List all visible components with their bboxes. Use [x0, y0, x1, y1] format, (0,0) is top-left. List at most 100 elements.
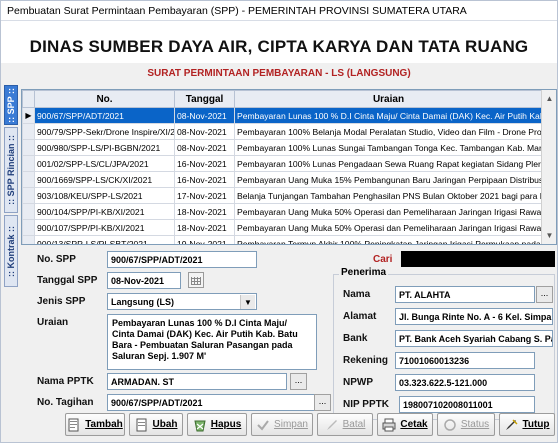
window-title: Pembuatan Surat Permintaan Pembayaran (S… — [1, 1, 557, 21]
status-button[interactable]: Status — [437, 413, 495, 436]
cell-no: 001/02/SPP-LS/CL/JPA/2021 — [34, 155, 175, 172]
penerima-nama-field[interactable]: PT. ALAHTA — [395, 286, 535, 303]
cell-uraian: Pembayaran 100% Belanja Modal Peralatan … — [234, 123, 543, 140]
no-tagihan-field[interactable]: 900/67/SPP/ADT/2021 — [107, 394, 317, 411]
cell-tanggal: 08-Nov-2021 — [174, 107, 235, 124]
check-icon — [256, 418, 270, 432]
table-row[interactable]: 900/1669/SPP-LS/CK/XI/2021 16-Nov-2021 P… — [22, 171, 543, 188]
row-indicator — [22, 171, 35, 188]
spp-grid[interactable]: No. Tanggal Uraian ▶ 900/67/SPP/ADT/2021… — [21, 89, 557, 245]
nama-pptk-label: Nama PPTK — [37, 376, 94, 387]
grid-vertical-scrollbar[interactable]: ▲ ▼ — [541, 90, 556, 244]
jenis-spp-select[interactable]: Langsung (LS) ▼ — [107, 293, 257, 310]
tambah-button[interactable]: Tambah — [65, 413, 125, 436]
npwp-label: NPWP — [343, 377, 373, 388]
cell-no: 900/104/SPP/PI-KB/XI/2021 — [34, 203, 175, 220]
close-pen-icon — [504, 418, 519, 432]
calendar-icon[interactable] — [188, 272, 204, 288]
table-row[interactable]: 900/13/SPP-LS/PI-SBT/2021 19-Nov-2021 Pe… — [22, 235, 543, 244]
rekening-field[interactable]: 71001060013236 — [395, 352, 535, 369]
grid-header-row: No. Tanggal Uraian — [22, 90, 543, 108]
penerima-lookup-button[interactable]: ... — [536, 286, 553, 303]
column-header-no[interactable]: No. — [34, 90, 175, 108]
ubah-button[interactable]: Ubah — [129, 413, 183, 436]
column-header-uraian[interactable]: Uraian — [234, 90, 543, 108]
row-indicator — [22, 219, 35, 236]
tab-kontrak-label: :: Kontrak :: — [6, 225, 16, 277]
jenis-spp-label: Jenis SPP — [37, 296, 86, 307]
tab-spp-rincian-label: :: SPP Rincian :: — [6, 135, 16, 205]
status-icon — [443, 418, 457, 432]
nama-pptk-lookup-button[interactable]: ... — [290, 373, 307, 390]
scroll-down-icon[interactable]: ▼ — [542, 228, 556, 243]
table-row[interactable]: 900/107/SPP/PI-KB/XI/2021 18-Nov-2021 Pe… — [22, 219, 543, 236]
simpan-button[interactable]: Simpan — [251, 413, 313, 436]
cell-no: 900/107/SPP/PI-KB/XI/2021 — [34, 219, 175, 236]
no-tagihan-label: No. Tagihan — [37, 397, 94, 408]
cell-uraian: Pembayaran Termyn Akhir 100% Peningkatan… — [234, 235, 543, 244]
hapus-button[interactable]: Hapus — [187, 413, 247, 436]
tambah-label: Tambah — [85, 419, 123, 430]
cell-no: 900/13/SPP-LS/PI-SBT/2021 — [34, 235, 175, 244]
cell-uraian: Pembayaran 100% Lunas Pengadaan Sewa Rua… — [234, 155, 543, 172]
cell-uraian: Pembayaran 100% Lunas Sungai Tambangan T… — [234, 139, 543, 156]
pen-icon — [325, 418, 339, 432]
cetak-button[interactable]: Cetak — [377, 413, 433, 436]
table-row[interactable]: 900/104/SPP/PI-KB/XI/2021 18-Nov-2021 Pe… — [22, 203, 543, 220]
scroll-up-icon[interactable]: ▲ — [542, 91, 556, 106]
table-row[interactable]: 001/02/SPP-LS/CL/JPA/2021 16-Nov-2021 Pe… — [22, 155, 543, 172]
no-tagihan-lookup-button[interactable]: ... — [314, 394, 331, 411]
nama-pptk-field[interactable]: ARMADAN. ST — [107, 373, 287, 390]
cell-tanggal: 18-Nov-2021 — [174, 219, 235, 236]
cell-tanggal: 17-Nov-2021 — [174, 187, 235, 204]
status-label: Status — [460, 419, 490, 430]
row-indicator — [22, 139, 35, 156]
cari-input[interactable] — [401, 251, 555, 267]
grid-corner — [22, 90, 35, 108]
uraian-field[interactable]: Pembayaran Lunas 100 % D.I Cinta Maju/ C… — [107, 314, 317, 370]
tanggal-spp-label: Tanggal SPP — [37, 275, 98, 286]
table-row[interactable]: 900/980/SPP-LS/PI-BGBN/2021 08-Nov-2021 … — [22, 139, 543, 156]
row-indicator — [22, 187, 35, 204]
batal-button[interactable]: Batal — [317, 413, 373, 436]
row-indicator — [22, 155, 35, 172]
tab-kontrak[interactable]: :: Kontrak :: — [4, 215, 18, 287]
tutup-label: Tutup — [522, 419, 550, 430]
table-row[interactable]: 903/108/KEU/SPP-LS/2021 17-Nov-2021 Bela… — [22, 187, 543, 204]
chevron-down-icon[interactable]: ▼ — [240, 295, 255, 309]
cell-tanggal: 19-Nov-2021 — [174, 235, 235, 244]
tanggal-spp-field[interactable]: 08-Nov-2021 — [107, 272, 181, 289]
column-header-tanggal[interactable]: Tanggal — [174, 90, 235, 108]
cell-no: 900/67/SPP/ADT/2021 — [34, 107, 175, 124]
spp-form: No. SPP 900/67/SPP/ADT/2021 Cari Tanggal… — [21, 247, 557, 420]
table-row[interactable]: ▶ 900/67/SPP/ADT/2021 08-Nov-2021 Pembay… — [22, 107, 543, 124]
penerima-nama-label: Nama — [343, 289, 371, 300]
cell-no: 900/980/SPP-LS/PI-BGBN/2021 — [34, 139, 175, 156]
tutup-button[interactable]: Tutup — [499, 413, 555, 436]
cell-uraian: Pembayaran Uang Muka 50% Operasi dan Pem… — [234, 219, 543, 236]
cell-tanggal: 18-Nov-2021 — [174, 203, 235, 220]
cell-uraian: Pembayaran Lunas 100 % D.I Cinta Maju/ C… — [234, 107, 543, 124]
cell-tanggal: 08-Nov-2021 — [174, 139, 235, 156]
cell-uraian: Pembayaran Uang Muka 50% Operasi dan Pem… — [234, 203, 543, 220]
no-spp-label: No. SPP — [37, 254, 76, 265]
delete-icon — [193, 418, 207, 432]
jenis-spp-value: Langsung (LS) — [111, 297, 174, 307]
bank-field[interactable]: PT. Bank Aceh Syariah Cabang S. Par — [395, 330, 553, 347]
cell-no: 900/1669/SPP-LS/CK/XI/2021 — [34, 171, 175, 188]
rekening-label: Rekening — [343, 355, 389, 366]
side-tabs: :: SPP :: :: SPP Rincian :: :: Kontrak :… — [4, 85, 18, 287]
cetak-label: Cetak — [400, 419, 428, 430]
uraian-label: Uraian — [37, 317, 69, 328]
tab-spp[interactable]: :: SPP :: — [4, 85, 18, 125]
page-title: DINAS SUMBER DAYA AIR, CIPTA KARYA DAN T… — [29, 37, 529, 56]
no-spp-field[interactable]: 900/67/SPP/ADT/2021 — [107, 251, 257, 268]
alamat-field[interactable]: Jl. Bunga Rinte No. A - 6 Kel. Simpang — [395, 308, 553, 325]
tab-spp-rincian[interactable]: :: SPP Rincian :: — [4, 127, 18, 213]
npwp-field[interactable]: 03.323.622.5-121.000 — [395, 374, 535, 391]
table-row[interactable]: 900/79/SPP-Sekr/Drone Inspire/XI/202 08-… — [22, 123, 543, 140]
penerima-title: Penerima — [339, 267, 389, 278]
row-indicator — [22, 235, 35, 244]
action-toolbar: Tambah Ubah Hapus Simpan Batal Cetak Sta… — [21, 411, 557, 439]
printer-icon — [382, 418, 396, 432]
